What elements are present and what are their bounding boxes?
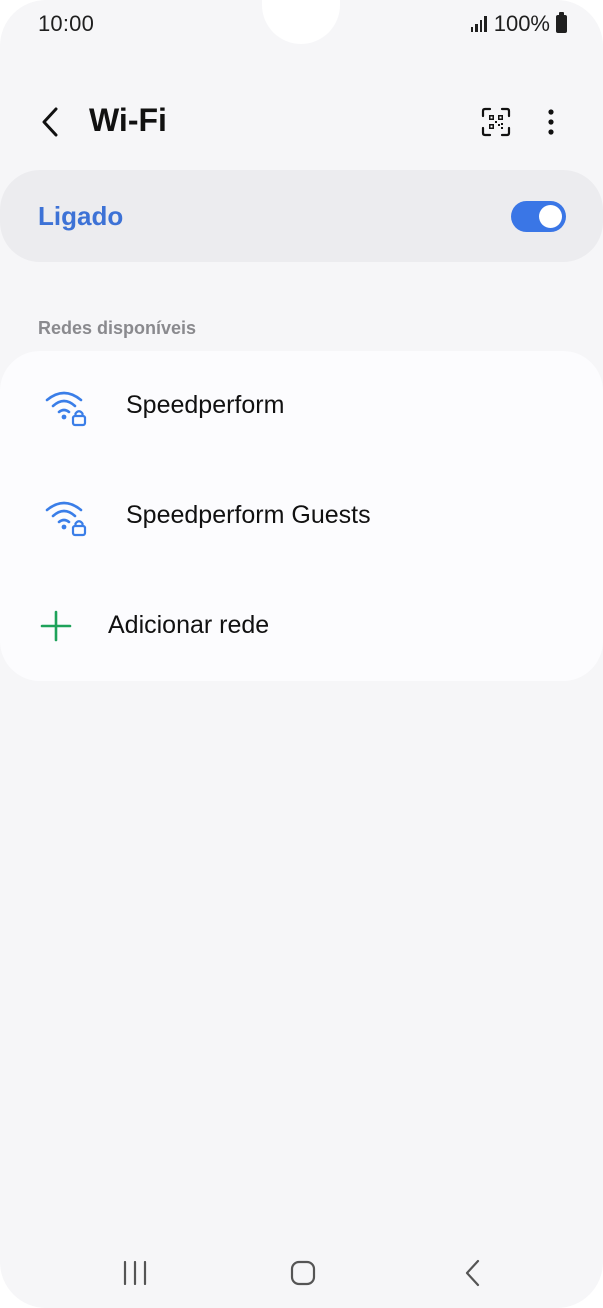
wifi-status-label: Ligado [38,201,124,231]
wifi-toggle-switch[interactable] [511,201,566,232]
plus-icon [40,610,72,642]
wifi-lock-icon [45,391,87,427]
screen: 10:00 100% Wi-Fi Ligado Redes disponívei… [0,0,603,1308]
qr-code-icon [481,107,511,137]
app-header: Wi-Fi [0,90,603,154]
page-title: Wi-Fi [89,102,167,138]
recents-button[interactable] [117,1258,153,1288]
back-button[interactable] [30,102,70,142]
home-icon [290,1260,316,1286]
battery-icon [556,12,567,33]
wifi-lock-icon [45,501,87,537]
network-item[interactable]: Speedperform [0,351,603,461]
status-bar: 10:00 100% [0,0,603,50]
nav-back-button[interactable] [455,1256,491,1290]
back-icon [465,1259,480,1287]
add-network-button[interactable]: Adicionar rede [0,571,603,681]
battery-percentage: 100% [493,11,550,36]
home-button[interactable] [283,1256,323,1290]
recents-icon [123,1261,147,1285]
add-network-label: Adicionar rede [108,611,270,639]
network-name: Speedperform [126,391,285,419]
network-name: Speedperform Guests [126,501,371,529]
navigation-bar [0,1240,603,1308]
signal-icon [470,16,487,32]
available-networks-header: Redes disponíveis [38,318,197,338]
networks-list: Speedperform Speedperform Guests Adicion… [0,351,603,681]
status-indicators: 100% [470,11,567,37]
chevron-left-icon [42,107,58,137]
more-vertical-icon [548,109,554,135]
wifi-master-toggle-row[interactable]: Ligado [0,170,603,262]
status-time: 10:00 [38,11,95,36]
toggle-knob [539,205,562,228]
network-item[interactable]: Speedperform Guests [0,461,603,571]
more-options-button[interactable] [531,102,571,142]
qr-code-button[interactable] [476,102,516,142]
